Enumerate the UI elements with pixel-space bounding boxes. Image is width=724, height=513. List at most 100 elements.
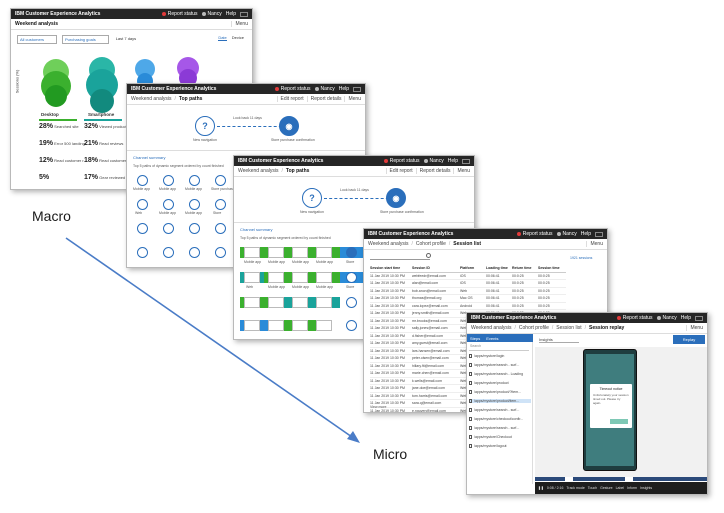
user-menu[interactable]: Nancy: [556, 231, 577, 237]
step-item[interactable]: /apps/mystore/search - Loading: [469, 372, 531, 376]
help-link[interactable]: Help: [339, 86, 349, 92]
breadcrumb-item[interactable]: Session replay: [589, 325, 624, 331]
path-row[interactable]: [240, 318, 368, 338]
step-item[interactable]: /apps/mystore/Checkout: [469, 435, 531, 439]
step-item[interactable]: /apps/mystore/logout: [469, 444, 531, 448]
step-item[interactable]: /apps/mystore/search - surf...: [469, 363, 531, 367]
stat-item[interactable]: 32% Viewed product: [84, 123, 127, 130]
report-details-button[interactable]: Report details: [306, 96, 341, 102]
menu-button[interactable]: Menu: [344, 96, 361, 102]
table-cell: 11 Jan 2019 10:30 PM: [370, 281, 405, 286]
breadcrumb-item[interactable]: Session list: [453, 241, 481, 247]
table-row[interactable]: 11 Jan 2019 10:30 PM cara.lopez@email.com…: [370, 303, 566, 310]
step-item[interactable]: /apps/mystore/search - surf...: [469, 426, 531, 430]
gesture-toggle[interactable]: Gesture: [600, 486, 612, 490]
breadcrumb-item[interactable]: Top paths: [179, 96, 203, 102]
help-link[interactable]: Help: [681, 315, 691, 321]
breadcrumb-item[interactable]: Session list: [556, 325, 581, 331]
step-item[interactable]: /apps/mystore/checkout/confir...: [469, 417, 531, 421]
stat-item[interactable]: 5%: [39, 174, 49, 181]
pause-icon[interactable]: ❚❚: [538, 486, 544, 490]
breadcrumb-item[interactable]: Cohort profile: [519, 325, 549, 331]
help-link[interactable]: Help: [448, 158, 458, 164]
apps-icon[interactable]: [462, 158, 470, 164]
dialog-ok-button[interactable]: [610, 419, 628, 424]
menu-button[interactable]: Menu: [686, 325, 703, 331]
step-item[interactable]: /apps/mystore/search - surf...: [469, 408, 531, 412]
inform-toggle[interactable]: Inform: [627, 486, 637, 490]
apps-icon[interactable]: [595, 231, 603, 237]
apps-icon[interactable]: [695, 315, 703, 321]
stat-item[interactable]: 28% Searched site: [39, 123, 79, 130]
date-range[interactable]: Last 7 days: [114, 35, 138, 44]
report-status-menu[interactable]: Report status: [383, 158, 420, 164]
stat-item[interactable]: 21% Read reviews: [84, 140, 123, 147]
path-row[interactable]: [240, 295, 368, 315]
smartphone-bubble[interactable]: [90, 89, 114, 113]
table-row[interactable]: 11 Jan 2019 10:30 PM bob.anon@email.com We…: [370, 288, 566, 295]
step-item[interactable]: /apps/mystore/product/?item...: [469, 390, 531, 394]
replay-button[interactable]: Replay: [673, 335, 705, 344]
start-node-question-icon[interactable]: ?: [195, 116, 215, 136]
stat-item[interactable]: 18% Read customer r...: [84, 157, 132, 164]
stat-item[interactable]: 12% Read customer r...: [39, 157, 87, 164]
breadcrumb-item[interactable]: Cohort profile: [416, 241, 446, 247]
table-row[interactable]: 11 Jan 2019 10:30 PM webfeedr@email.com iO…: [370, 273, 566, 280]
apps-icon[interactable]: [240, 11, 248, 17]
step-search-input[interactable]: Search: [469, 344, 529, 351]
report-status-menu[interactable]: Report status: [616, 315, 653, 321]
toggle-date[interactable]: Date: [218, 35, 227, 41]
user-menu[interactable]: Nancy: [656, 315, 677, 321]
report-status-menu[interactable]: Report status: [274, 86, 311, 92]
edit-report-button[interactable]: Edit report: [385, 168, 413, 174]
step-item[interactable]: /apps/mystore/product: [469, 381, 531, 385]
step-item[interactable]: /apps/mystore/product/item...: [469, 399, 531, 403]
table-row[interactable]: 11 Jan 2019 10:30 PM thomas@email.org Mac …: [370, 295, 566, 303]
path-row[interactable]: Mobile app Mobile app Mobile app Mobile …: [240, 245, 368, 267]
breadcrumb-item[interactable]: Weekend analysis: [368, 241, 409, 247]
breadcrumb-item[interactable]: Weekend analysis: [131, 96, 172, 102]
touch-toggle[interactable]: Touch: [588, 486, 597, 490]
start-node-question-icon[interactable]: ?: [302, 188, 322, 208]
timeline-bar[interactable]: [535, 477, 707, 481]
help-link[interactable]: Help: [226, 11, 236, 17]
tab-events[interactable]: Events: [486, 336, 498, 341]
breadcrumb-item[interactable]: Top paths: [286, 168, 310, 174]
label-toggle[interactable]: Label: [616, 486, 625, 490]
goal-filter[interactable]: Purchasing goals: [62, 35, 109, 44]
segment-filter[interactable]: All customers: [17, 35, 58, 44]
menu-button[interactable]: Menu: [453, 168, 470, 174]
step-item[interactable]: /apps/mystore/login: [469, 354, 531, 358]
view-select[interactable]: Insights: [539, 337, 579, 343]
report-status-menu[interactable]: Report status: [516, 231, 553, 237]
menu-button[interactable]: Menu: [231, 21, 248, 27]
end-node-location-icon[interactable]: ◉: [279, 116, 299, 136]
table-row[interactable]: 11 Jan 2019 10:30 PM alan@email.com iOS 00:…: [370, 280, 566, 288]
breadcrumb-item[interactable]: Weekend analysis: [471, 325, 512, 331]
tab-steps[interactable]: Steps: [470, 336, 480, 341]
insights-toggle[interactable]: Insights: [640, 486, 652, 490]
channel-summary-title[interactable]: Channel summary: [133, 155, 165, 160]
toggle-device[interactable]: Device: [232, 35, 244, 41]
view-more-link[interactable]: View more: [370, 405, 386, 409]
apps-icon[interactable]: [353, 86, 361, 92]
report-status-menu[interactable]: Report status: [161, 11, 198, 17]
user-menu[interactable]: Nancy: [423, 158, 444, 164]
track-mode-toggle[interactable]: Track mode: [566, 486, 584, 490]
end-node-location-icon[interactable]: ◉: [386, 188, 406, 208]
breadcrumb-item[interactable]: Weekend analysis: [15, 21, 58, 27]
report-details-button[interactable]: Report details: [415, 168, 450, 174]
search-input[interactable]: [370, 254, 430, 260]
edit-report-button[interactable]: Edit report: [276, 96, 304, 102]
stat-item[interactable]: 19% Error 500 landing: [39, 140, 85, 147]
channel-summary-title[interactable]: Channel summary: [240, 227, 272, 232]
user-menu[interactable]: Nancy: [314, 86, 335, 92]
help-link[interactable]: Help: [581, 231, 591, 237]
user-menu[interactable]: Nancy: [201, 11, 222, 17]
desktop-bubble[interactable]: [45, 85, 67, 107]
search-icon[interactable]: [426, 253, 431, 258]
table-cell: 11 Jan 2019 10:30 PM: [370, 303, 405, 308]
menu-button[interactable]: Menu: [586, 241, 603, 247]
breadcrumb-item[interactable]: Weekend analysis: [238, 168, 279, 174]
path-row[interactable]: Web Mobile app Mobile app Mobile app Sto…: [240, 270, 368, 292]
